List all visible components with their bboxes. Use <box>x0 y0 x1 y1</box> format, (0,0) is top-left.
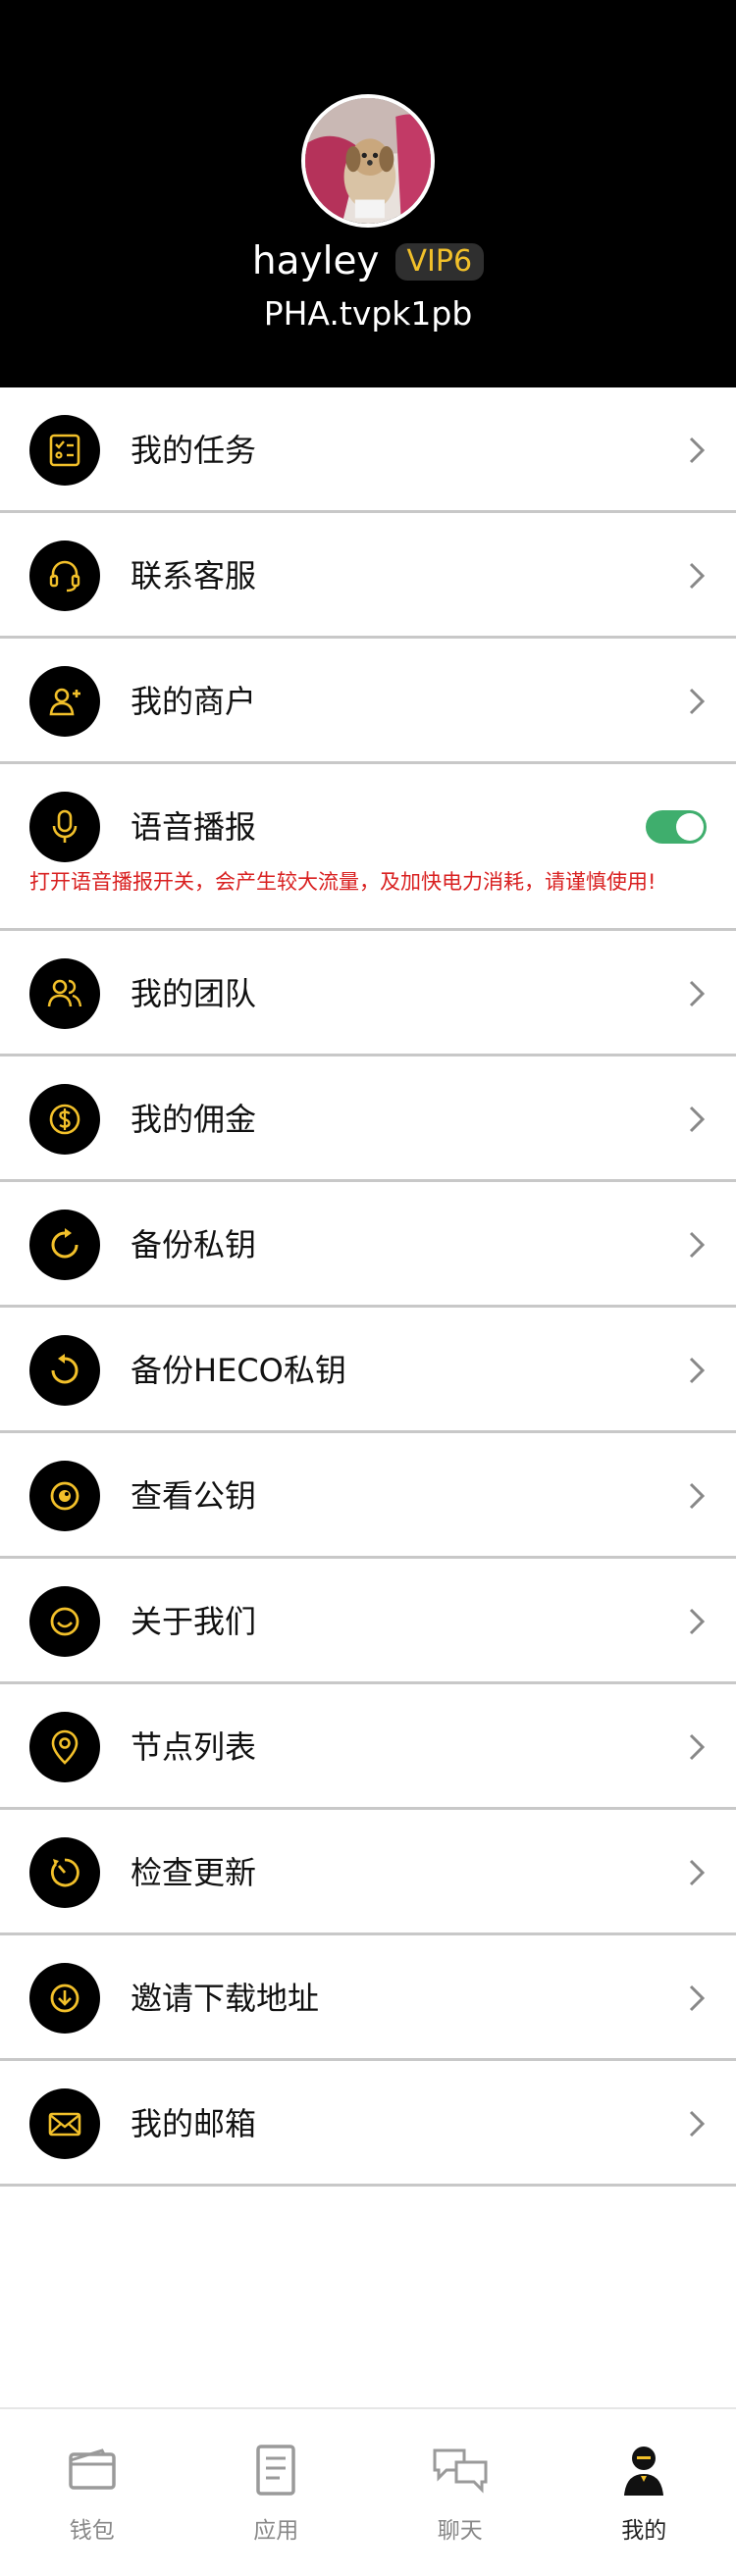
chevron-right-icon <box>685 431 709 470</box>
menu-item-label: 联系客服 <box>131 557 257 594</box>
refresh-circle-icon <box>29 1335 100 1406</box>
menu-item-my-commission[interactable]: 我的佣金 <box>0 1056 736 1182</box>
microphone-icon <box>29 792 100 862</box>
tab-label: 钱包 <box>69 2518 115 2544</box>
chevron-right-icon <box>685 974 709 1013</box>
location-pin-icon <box>29 1712 100 1782</box>
menu-item-about-us[interactable]: 关于我们 <box>0 1559 736 1684</box>
voice-broadcast-warning: 打开语音播报开关，会产生较大流量，及加快电力消耗，请谨慎使用! <box>29 870 657 894</box>
chevron-right-icon <box>685 682 709 721</box>
menu-item-label: 查看公钥 <box>131 1477 257 1515</box>
menu-item-label: 备份私钥 <box>131 1226 257 1263</box>
eye-circle-icon <box>29 1461 100 1531</box>
tab-label: 我的 <box>621 2518 667 2544</box>
tab-apps[interactable]: 应用 <box>184 2409 369 2576</box>
menu-item-label: 节点列表 <box>131 1728 257 1766</box>
tab-label: 应用 <box>253 2518 299 2544</box>
menu-item-voice-broadcast: 语音播报 打开语音播报开关，会产生较大流量，及加快电力消耗，请谨慎使用! <box>0 764 736 931</box>
menu-item-label: 我的邮箱 <box>131 2105 257 2142</box>
wallet-icon <box>63 2443 122 2498</box>
wallet-address[interactable]: PHA.tvpk1pb <box>0 290 736 337</box>
voice-broadcast-toggle[interactable] <box>646 810 707 844</box>
menu-item-contact-support[interactable]: 联系客服 <box>0 513 736 639</box>
name-row: hayley VIP6 <box>0 232 736 292</box>
smile-icon <box>29 1586 100 1657</box>
app-screen: hayley VIP6 PHA.tvpk1pb 我的任务 联系客服 我的商户 语… <box>0 0 736 2576</box>
tab-wallet[interactable]: 钱包 <box>0 2409 184 2576</box>
chevron-right-icon <box>685 1727 709 1767</box>
profile-header: hayley VIP6 PHA.tvpk1pb <box>0 0 736 387</box>
menu-item-label: 关于我们 <box>131 1603 257 1640</box>
menu-item-label: 检查更新 <box>131 1854 257 1891</box>
team-icon <box>29 958 100 1029</box>
avatar-image <box>305 98 431 224</box>
bottom-tab-bar: 钱包 应用 聊天 我的 <box>0 2407 736 2576</box>
add-user-icon <box>29 666 100 737</box>
menu-item-my-merchants[interactable]: 我的商户 <box>0 639 736 764</box>
menu-item-view-public-key[interactable]: 查看公钥 <box>0 1433 736 1559</box>
tab-label: 聊天 <box>437 2518 483 2544</box>
chevron-right-icon <box>685 1351 709 1390</box>
menu-item-label: 备份HECO私钥 <box>131 1352 346 1389</box>
chevron-right-icon <box>685 1100 709 1139</box>
menu-item-node-list[interactable]: 节点列表 <box>0 1684 736 1810</box>
menu-item-my-team[interactable]: 我的团队 <box>0 931 736 1056</box>
toggle-knob <box>676 813 704 841</box>
menu-item-backup-private-key[interactable]: 备份私钥 <box>0 1182 736 1308</box>
chevron-right-icon <box>685 1602 709 1641</box>
menu-item-backup-heco-private-key[interactable]: 备份HECO私钥 <box>0 1308 736 1433</box>
menu-item-label: 邀请下载地址 <box>131 1980 320 2017</box>
chevron-right-icon <box>685 1476 709 1516</box>
envelope-icon <box>29 2088 100 2159</box>
menu-item-label: 我的团队 <box>131 975 257 1012</box>
avatar[interactable] <box>301 94 435 228</box>
chevron-right-icon <box>685 556 709 595</box>
document-icon <box>246 2443 305 2498</box>
tab-chat[interactable]: 聊天 <box>368 2409 552 2576</box>
chat-bubbles-icon <box>431 2443 490 2498</box>
menu-item-my-tasks[interactable]: 我的任务 <box>0 387 736 513</box>
clock-update-icon <box>29 1837 100 1908</box>
dollar-coin-icon <box>29 1084 100 1155</box>
menu-item-check-update[interactable]: 检查更新 <box>0 1810 736 1935</box>
profile-person-icon <box>614 2443 673 2498</box>
headset-icon <box>29 541 100 611</box>
chevron-right-icon <box>685 1853 709 1892</box>
chevron-right-icon <box>685 1979 709 2018</box>
menu-item-label: 我的任务 <box>131 432 257 469</box>
download-circle-icon <box>29 1963 100 2034</box>
menu-item-label: 我的商户 <box>131 683 257 720</box>
username: hayley <box>251 239 380 283</box>
refresh-circle-icon <box>29 1210 100 1280</box>
vip-badge: VIP6 <box>394 243 485 281</box>
task-list-icon <box>29 415 100 486</box>
settings-menu: 我的任务 联系客服 我的商户 语音播报 打开语音播报开关，会产生较大流量，及加快… <box>0 387 736 2187</box>
chevron-right-icon <box>685 2104 709 2143</box>
chevron-right-icon <box>685 1225 709 1264</box>
menu-item-label: 我的佣金 <box>131 1101 257 1138</box>
tab-profile[interactable]: 我的 <box>552 2409 736 2576</box>
menu-item-my-mailbox[interactable]: 我的邮箱 <box>0 2061 736 2187</box>
menu-item-invite-download-link[interactable]: 邀请下载地址 <box>0 1935 736 2061</box>
